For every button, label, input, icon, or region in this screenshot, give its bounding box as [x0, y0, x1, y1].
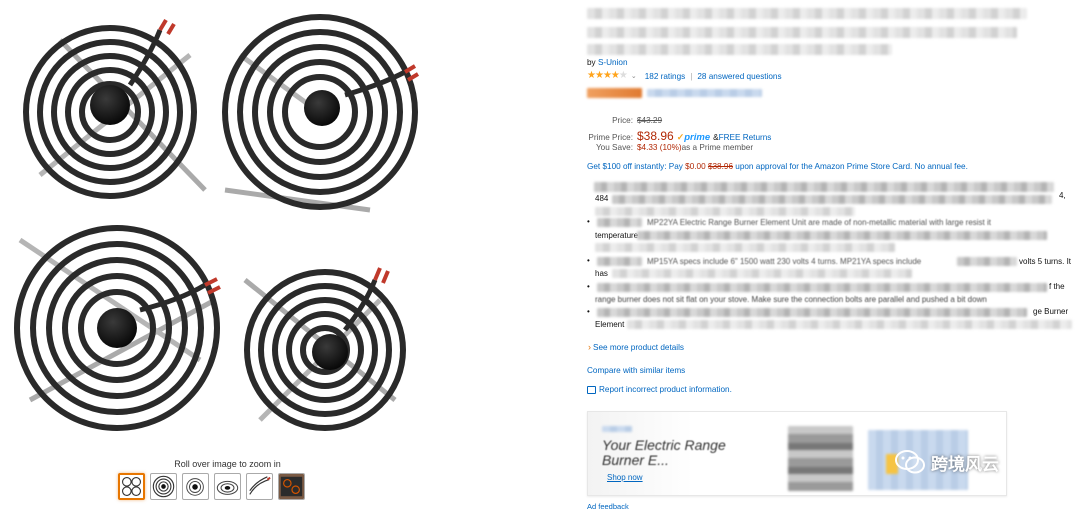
bullet-redacted — [637, 231, 1047, 240]
star-icon: ★ — [610, 70, 620, 81]
thumbnail-installed-on-stove[interactable] — [278, 473, 305, 500]
savings-amount: $4.33 (10%) — [637, 143, 682, 152]
bullet-3-tail: volts 5 turns. It — [1019, 257, 1072, 266]
feature-bullets: 4, 484 • MP22YA Electric Range Burner El… — [587, 180, 1077, 340]
see-more-details-link[interactable]: › See more product details — [588, 342, 684, 352]
promo-pay-amount: $0.00 — [685, 162, 706, 171]
product-main-image[interactable] — [0, 0, 470, 455]
prime-price-row: Prime Price: $38.96 ✓prime & FREE Return… — [587, 129, 771, 143]
star-rating[interactable]: ★★★★★ — [587, 70, 628, 81]
bullet-dot: • — [587, 307, 590, 316]
bullet-dot: • — [587, 217, 590, 226]
thumbnail-coil-terminals[interactable] — [246, 473, 273, 500]
ad-feedback-link[interactable]: Ad feedback — [587, 502, 629, 511]
star-icon: ★ — [594, 70, 604, 81]
bullet-3b-text: has — [595, 269, 608, 278]
star-icon: ★ — [602, 70, 612, 81]
bullet-4b-text: range burner does not sit flat on your s… — [595, 295, 987, 304]
category-redacted — [647, 89, 762, 97]
thumbnail-coil-angle-view[interactable] — [214, 473, 241, 500]
shop-now-link[interactable]: Shop now — [607, 473, 643, 482]
chevron-right-icon: › — [588, 342, 591, 352]
bullet-5-tail: ge Burner — [1033, 307, 1069, 316]
product-details: by S-Union ★★★★★ ⌄ 182 ratings | 28 answ… — [585, 0, 1080, 512]
burner-small-bottom-right — [243, 267, 406, 431]
bullet-redacted — [957, 257, 1017, 266]
brand-byline: by S-Union — [587, 58, 628, 67]
bullet-1b-head: 484 — [595, 194, 609, 203]
report-label: Report incorrect product information. — [599, 385, 732, 394]
prime-price-label: Prime Price: — [588, 133, 633, 142]
bullet-5b-text: Element — [595, 320, 625, 329]
see-more-label: See more product details — [593, 343, 685, 352]
watermark: 跨境风云 — [895, 449, 999, 475]
thumbnail-coil-side-view[interactable] — [182, 473, 209, 500]
bullet-1-tail: 4, — [1059, 191, 1066, 200]
answered-questions-link[interactable]: 28 answered questions — [697, 72, 781, 81]
bullet-redacted — [595, 243, 895, 252]
chevron-down-icon[interactable]: ⌄ — [631, 72, 637, 80]
byline-prefix: by — [587, 58, 598, 67]
free-returns-link[interactable]: FREE Returns — [719, 133, 772, 142]
promo-text-b: upon approval for the Amazon Prime Store… — [733, 162, 968, 171]
savings-suffix: as a Prime member — [681, 143, 754, 152]
product-title-redacted — [587, 8, 1027, 19]
brand-link[interactable]: S-Union — [598, 58, 628, 67]
burner-small-top-left — [23, 18, 207, 199]
bullet-dot: • — [587, 282, 590, 291]
bullet-2b-text: temperature — [595, 231, 639, 240]
savings-row: You Save: $4.33 (10%) as a Prime member — [587, 143, 771, 156]
rating-row: ★★★★★ ⌄ 182 ratings | 28 answered questi… — [587, 71, 782, 81]
separator: | — [690, 71, 693, 81]
badge-redacted — [587, 88, 642, 98]
bullet-redacted — [597, 257, 642, 266]
wechat-icon — [895, 450, 925, 474]
watermark-text: 跨境风云 — [931, 454, 999, 475]
bullet-redacted — [612, 195, 1052, 204]
burner-large-bottom-left — [14, 225, 221, 431]
burner-large-top-right — [222, 14, 420, 213]
prime-card-promo[interactable]: Get $100 off instantly: Pay $0.00 $38.96… — [587, 162, 968, 171]
prime-price: $38.96 — [637, 129, 674, 143]
list-price: $43.29 — [637, 116, 663, 125]
product-title-redacted-line3 — [587, 44, 892, 55]
promo-text-a: Get $100 off instantly: Pay — [587, 162, 686, 171]
ad-image-redacted — [788, 426, 853, 491]
price-label: Price: — [612, 116, 633, 125]
ad-logo-redacted — [602, 426, 632, 432]
list-price-row: Price: $43.29 — [587, 116, 771, 129]
price-block: Price: $43.29 Prime Price: $38.96 ✓prime… — [587, 116, 771, 156]
bullet-redacted — [597, 283, 1047, 292]
report-incorrect-info-link[interactable]: Report incorrect product information. — [587, 385, 732, 394]
bullet-redacted — [594, 182, 1054, 192]
ad-headline: Your Electric Range Burner E... — [602, 437, 726, 468]
bullet-redacted — [597, 218, 642, 227]
product-gallery: Roll over image to zoom in — [0, 0, 470, 512]
bullet-redacted — [595, 207, 855, 216]
star-empty-icon: ★ — [618, 70, 628, 81]
comment-icon — [587, 385, 596, 394]
compare-similar-link[interactable]: Compare with similar items — [587, 366, 685, 375]
ratings-count-link[interactable]: 182 ratings — [645, 72, 686, 81]
bullet-redacted — [612, 269, 912, 278]
star-icon: ★ — [587, 70, 596, 81]
bullet-2-text: MP22YA Electric Range Burner Element Uni… — [647, 218, 991, 227]
bullet-3-text: MP15YA specs include 6" 1500 watt 230 vo… — [647, 257, 922, 266]
you-save-label: You Save: — [595, 143, 633, 152]
thumbnail-single-coil-top[interactable] — [150, 473, 177, 500]
bullet-dot: • — [587, 256, 590, 265]
bullet-4-tail: f the — [1049, 282, 1065, 291]
zoom-hint-text: Roll over image to zoom in — [174, 459, 281, 469]
product-title-redacted-line2 — [587, 27, 1017, 38]
thumbnail-four-burner-set[interactable] — [118, 473, 145, 500]
bullet-redacted — [627, 320, 1072, 329]
thumbnail-strip — [118, 473, 305, 500]
bullet-redacted — [597, 308, 1027, 317]
promo-orig-amount: $38.96 — [707, 162, 733, 171]
prime-badge[interactable]: ✓prime — [677, 132, 710, 143]
